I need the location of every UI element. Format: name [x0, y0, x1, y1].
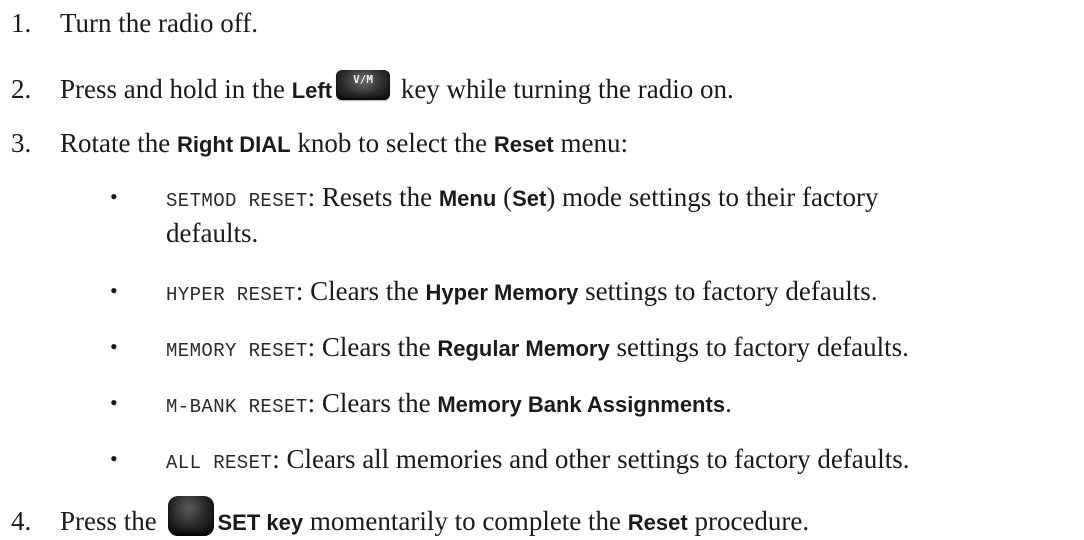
option-text-pre: : Clears the	[295, 276, 426, 306]
step-4: 4. Press the SET key momentarily to compl…	[11, 496, 809, 540]
option-bold: Regular Memory	[437, 336, 610, 361]
left-key-name: Left	[291, 78, 333, 103]
reset-label: Reset	[627, 510, 688, 535]
step-number: 3.	[11, 128, 32, 158]
option-setmod-reset-continued: defaults.	[166, 216, 258, 250]
option-text-post: settings to factory defaults.	[609, 332, 909, 362]
option-m-bank-reset: • M-BANK RESET: Clears the Memory Bank As…	[110, 386, 732, 424]
bullet-icon: •	[110, 334, 118, 359]
option-code: M-BANK RESET	[166, 396, 308, 418]
step-number: 2.	[11, 74, 32, 104]
option-bold: Hyper Memory	[425, 280, 579, 305]
option-text-post: .	[725, 388, 732, 418]
option-code: HYPER RESET	[166, 284, 296, 306]
vm-key-icon: V/M	[336, 70, 391, 100]
set-label: Set	[512, 186, 547, 211]
bullet-icon: •	[110, 278, 118, 303]
option-memory-reset: • MEMORY RESET: Clears the Regular Memory…	[110, 330, 909, 368]
option-text-post: settings to factory defaults.	[578, 276, 878, 306]
step-text-mid: knob to select the	[290, 128, 494, 158]
step-3: 3. Rotate the Right DIAL knob to select t…	[11, 126, 628, 162]
step-number: 4.	[11, 506, 32, 536]
set-key-icon	[167, 496, 214, 536]
step-text-pre: Press and hold in the	[60, 74, 292, 104]
option-hyper-reset: • HYPER RESET: Clears the Hyper Memory se…	[110, 274, 878, 312]
option-text: : Clears all memories and other settings…	[272, 444, 910, 474]
set-key-label: SET key	[217, 510, 304, 535]
option-all-reset: • ALL RESET: Clears all memories and othe…	[110, 442, 910, 480]
option-bold: Memory Bank Assignments	[437, 392, 726, 417]
option-text-pre: : Clears the	[307, 332, 438, 362]
step-1: 1. Turn the radio off.	[11, 6, 258, 40]
option-code: ALL RESET	[166, 452, 273, 474]
step-text-post: procedure.	[687, 506, 810, 536]
step-text-post: menu:	[553, 128, 629, 158]
vm-key-label: V/M	[353, 73, 373, 86]
menu-label: Menu	[438, 186, 497, 211]
right-dial-label: Right DIAL	[176, 132, 291, 157]
option-code: MEMORY RESET	[166, 340, 308, 362]
option-code: SETMOD RESET	[166, 190, 308, 212]
step-text-pre: Press the	[60, 506, 164, 536]
option-text-pre: : Clears the	[307, 388, 438, 418]
bullet-icon: •	[110, 184, 118, 209]
reset-instructions: 1. Turn the radio off. 2. Press and hold i…	[0, 0, 1084, 540]
step-text-mid: momentarily to complete the	[303, 506, 628, 536]
bullet-icon: •	[110, 446, 118, 471]
step-text: Turn the radio off.	[60, 8, 258, 38]
reset-menu-label: Reset	[493, 132, 554, 157]
option-setmod-reset: • SETMOD RESET: Resets the Menu (Set) mod…	[110, 180, 878, 218]
step-text-pre: Rotate the	[60, 128, 177, 158]
option-text-cont: defaults.	[166, 218, 259, 248]
bullet-icon: •	[110, 390, 118, 415]
step-number: 1.	[11, 8, 32, 38]
option-text-post: ) mode settings to their factory	[546, 182, 879, 212]
option-text-mid: (	[496, 182, 513, 212]
step-text-post: key while turning the radio on.	[394, 74, 734, 104]
step-2: 2. Press and hold in the Left V/M key whil…	[11, 70, 734, 108]
option-text-pre: : Resets the	[307, 182, 439, 212]
